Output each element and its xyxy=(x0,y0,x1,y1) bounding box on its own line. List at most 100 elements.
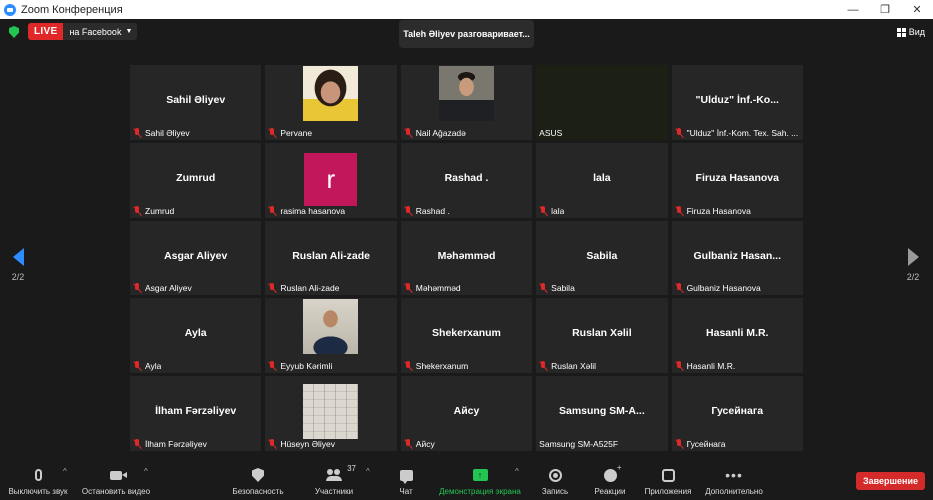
reactions-label: Реакции xyxy=(594,487,626,496)
participant-tile[interactable]: lala lala xyxy=(536,142,668,218)
muted-microphone-icon xyxy=(539,283,548,293)
encryption-shield-icon[interactable] xyxy=(9,26,19,38)
participant-name: Nail Ağazadə xyxy=(415,127,466,138)
chevron-down-icon[interactable]: ▼ xyxy=(125,28,137,35)
participant-name-label: Hüseyn Əliyev xyxy=(268,438,335,449)
video-options-chevron-icon[interactable]: ^ xyxy=(144,467,148,476)
chat-label: Чат xyxy=(399,487,413,496)
participant-tile[interactable]: "Ulduz" İnf.-Ko... "Ulduz" İnf.-Kom. Tex.… xyxy=(671,65,803,140)
chat-bubble-icon xyxy=(399,469,413,484)
view-button[interactable]: Вид xyxy=(896,27,925,37)
participant-tile[interactable]: Ayla Ayla xyxy=(130,298,262,374)
participant-name: Zumrud xyxy=(145,205,175,216)
participant-name-label: ASUS xyxy=(539,128,562,138)
participant-name: Gulbaniz Hasanova xyxy=(686,283,761,294)
record-button[interactable]: Запись xyxy=(538,462,572,500)
muted-microphone-icon xyxy=(268,361,277,371)
participant-tile[interactable]: ASUS xyxy=(536,65,668,140)
participant-tile[interactable]: Zumrud Zumrud xyxy=(130,142,262,218)
participant-tile[interactable]: Shekerxanum Shekerxanum xyxy=(400,298,533,374)
participant-tile[interactable]: Ruslan Ali-zade Ruslan Ali-zade xyxy=(265,220,397,296)
view-label: Вид xyxy=(908,27,925,37)
share-screen-label: Демонстрация экрана xyxy=(439,487,521,496)
participant-display-name: Gulbaniz Hasan... xyxy=(693,249,782,262)
participant-name-label: Eyyub Kərimli xyxy=(268,361,332,371)
participant-name-label: Zumrud xyxy=(133,205,175,216)
previous-page-button[interactable]: 2/2 xyxy=(8,248,28,282)
participant-tile[interactable]: Hasanli M.R. Hasanli M.R. xyxy=(671,298,803,374)
participant-tile[interactable]: Rashad . Rashad . xyxy=(400,142,533,218)
participant-name: Eyyub Kərimli xyxy=(280,361,333,372)
participant-name-label: "Ulduz" İnf.-Kom. Tex. Sah. ... xyxy=(675,127,798,138)
mute-label: Выключить звук xyxy=(8,487,68,496)
more-button[interactable]: ••• Дополнительно xyxy=(702,462,766,500)
participant-tile[interactable]: Asgar Aliyev Asgar Aliyev xyxy=(130,220,262,296)
participant-display-name: Ruslan Ali-zade xyxy=(292,249,370,262)
active-speaker-tooltip: Taleh Əliyev разговаривает... xyxy=(399,20,534,48)
participants-button[interactable]: 37 Участники xyxy=(312,462,356,500)
participant-tile[interactable]: Eyyub Kərimli xyxy=(265,298,397,374)
participant-name: Pervane xyxy=(280,127,313,138)
muted-microphone-icon xyxy=(539,205,548,216)
participant-tile[interactable]: Pervane xyxy=(265,65,397,140)
security-label: Безопасность xyxy=(232,487,284,496)
participant-tile[interactable]: Айсу Айсу xyxy=(400,376,533,451)
window-titlebar: Zoom Конференция — ❐ ✕ xyxy=(0,0,933,19)
participant-video xyxy=(303,66,359,121)
participant-name-label: Samsung SM-A525F xyxy=(539,439,618,449)
participant-name-label: Rashad . xyxy=(404,205,450,216)
participant-name: Məhəmməd xyxy=(415,283,461,294)
security-button[interactable]: Безопасность xyxy=(230,462,286,500)
participant-tile[interactable]: Firuza Hasanova Firuza Hasanova xyxy=(671,142,803,218)
close-button[interactable]: ✕ xyxy=(901,3,933,16)
arrow-left-icon xyxy=(12,248,24,266)
participant-display-name: Rashad . xyxy=(444,171,489,184)
apps-button[interactable]: Приложения xyxy=(641,462,695,500)
participant-tile[interactable]: Məhəmməd Məhəmməd xyxy=(400,220,533,296)
muted-microphone-icon xyxy=(268,438,277,449)
meeting-toolbar: Выключить звук ^ Остановить видео ^ Безо… xyxy=(0,462,933,500)
participant-display-name: Sahil Əliyev xyxy=(166,94,226,106)
participant-name-label: lala xyxy=(539,205,564,216)
participant-name: Asgar Aliyev xyxy=(145,283,192,294)
live-stream-badge[interactable]: LIVE на Facebook ▼ xyxy=(28,23,138,40)
participant-video xyxy=(303,299,359,355)
participant-name: Hüseyn Əliyev xyxy=(280,438,335,449)
participant-tile[interactable]: Гусейнага Гусейнага xyxy=(671,376,803,451)
participant-tile[interactable]: İlham Fərzəliyev İlham Fərzəliyev xyxy=(130,376,262,451)
audio-options-chevron-icon[interactable]: ^ xyxy=(63,467,67,476)
participant-video xyxy=(303,384,359,440)
minimize-button[interactable]: — xyxy=(837,4,869,16)
muted-microphone-icon xyxy=(675,205,684,216)
zoom-app-icon xyxy=(4,3,16,16)
participant-display-name: Ayla xyxy=(184,327,207,340)
share-screen-button[interactable]: ↑ Демонстрация экрана xyxy=(436,462,524,500)
participant-tile[interactable]: r rasima hasanova xyxy=(265,142,397,218)
participant-tile[interactable]: Nail Ağazadə xyxy=(400,65,533,140)
stop-video-label: Остановить видео xyxy=(81,487,151,496)
participants-options-chevron-icon[interactable]: ^ xyxy=(366,467,370,476)
participant-tile[interactable]: Ruslan Xəlil Ruslan Xəlil xyxy=(536,298,668,374)
reactions-button[interactable]: Реакции xyxy=(591,462,629,500)
end-meeting-button[interactable]: Завершение xyxy=(855,472,925,490)
muted-microphone-icon xyxy=(539,361,548,371)
mute-button[interactable]: Выключить звук xyxy=(6,462,70,500)
participant-display-name: Asgar Aliyev xyxy=(164,249,228,262)
share-options-chevron-icon[interactable]: ^ xyxy=(515,467,519,476)
next-page-button[interactable]: 2/2 xyxy=(903,248,923,282)
participant-tile[interactable]: Samsung SM-A... Samsung SM-A525F xyxy=(536,376,668,451)
participant-display-name: Shekerxanum xyxy=(432,327,501,340)
page-indicator-left: 2/2 xyxy=(11,272,25,282)
participant-tile[interactable]: Hüseyn Əliyev xyxy=(265,376,397,451)
participant-tile[interactable]: Sabila Sabila xyxy=(536,220,668,296)
stop-video-button[interactable]: Остановить видео xyxy=(80,462,152,500)
participant-tile[interactable]: Gulbaniz Hasan... Gulbaniz Hasanova xyxy=(671,220,803,296)
record-icon xyxy=(548,468,562,482)
chat-button[interactable]: Чат xyxy=(393,462,419,500)
maximize-button[interactable]: ❐ xyxy=(869,3,901,16)
participants-label: Участники xyxy=(314,487,354,496)
participant-tile[interactable]: Sahil Əliyev Sahil Əliyev xyxy=(130,65,262,140)
participants-icon xyxy=(326,469,342,481)
muted-microphone-icon xyxy=(404,438,413,449)
participant-display-name: Məhəmməd xyxy=(437,249,496,262)
